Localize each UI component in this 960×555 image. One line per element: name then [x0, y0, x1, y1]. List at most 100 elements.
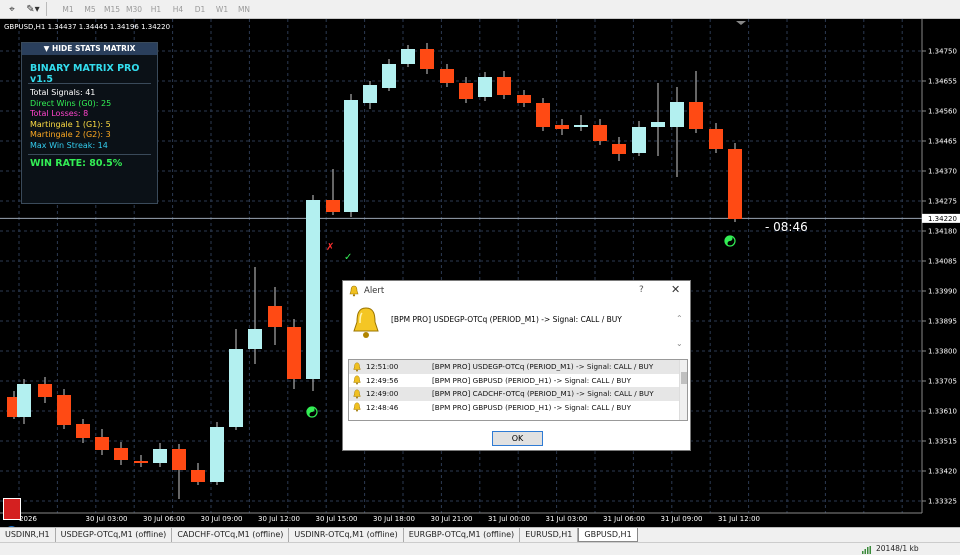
timeframe-button-m30[interactable]: M30 — [123, 5, 145, 14]
price-label: 1.33990 — [928, 288, 957, 296]
time-label: 30 Jul 21:00 — [431, 515, 473, 523]
timeframe-button-w1[interactable]: W1 — [211, 5, 233, 14]
bear-candle — [114, 448, 128, 460]
list-item[interactable]: 12:51:00 [BPM PRO] USDEGP-OTCq (PERIOD_M1… — [349, 360, 687, 374]
stat-line: Total Losses: 8 — [30, 109, 89, 118]
bear-candle — [536, 103, 550, 127]
alert-text: [BPM PRO] GBPUSD (PERIOD_H1) -> Signal: … — [432, 375, 631, 385]
bear-candle — [287, 327, 301, 379]
bull-candle — [344, 100, 358, 212]
bell-icon — [353, 362, 361, 372]
price-label: 1.33515 — [928, 438, 957, 446]
bell-icon — [353, 389, 361, 399]
price-label: 1.33420 — [928, 468, 957, 476]
alert-dialog: Alert ? ✕ [BPM PRO] USDEGP-OTCq (PERIOD_… — [342, 280, 691, 451]
price-label: 1.34370 — [928, 168, 957, 176]
bull-candle — [229, 349, 243, 427]
price-label: 1.33705 — [928, 378, 957, 386]
stat-line: Martingale 2 (G2): 3 — [30, 130, 111, 139]
bull-candle — [574, 125, 588, 127]
bear-candle — [689, 102, 703, 129]
tab-chart[interactable]: CADCHF-OTCq,M1 (offline) — [172, 528, 290, 542]
price-label: 1.34750 — [928, 48, 957, 56]
timeframe-button-d1[interactable]: D1 — [189, 5, 211, 14]
bear-candle — [517, 95, 531, 103]
tab-chart[interactable]: USDINR-OTCq,M1 (offline) — [289, 528, 404, 542]
price-label: 1.34655 — [928, 78, 957, 86]
status-bar: 20148/1 kb — [0, 542, 960, 555]
price-label: 1.33800 — [928, 348, 957, 356]
bear-candle — [612, 144, 626, 154]
bull-candle — [478, 77, 492, 97]
stat-line: Max Win Streak: 14 — [30, 140, 108, 150]
current-price-label: 1.34220 — [928, 215, 957, 223]
chevron-down-icon[interactable]: ⌄ — [676, 339, 683, 348]
alert-text: [BPM PRO] USDEGP-OTCq (PERIOD_M1) -> Sig… — [432, 362, 654, 372]
tab-chart[interactable]: EURGBP-OTCq,M1 (offline) — [404, 528, 521, 542]
close-button[interactable]: ✕ — [671, 283, 680, 296]
chart-shift-icon — [736, 21, 746, 25]
toolbar-separator — [46, 2, 47, 16]
bull-candle — [306, 200, 320, 379]
price-label: 1.33325 — [928, 498, 957, 506]
time-label: 31 Jul 03:00 — [546, 515, 588, 523]
bull-candle — [363, 85, 377, 103]
bear-candle — [555, 125, 569, 129]
connection-bars-icon — [862, 546, 871, 554]
draw-tools-icon[interactable]: ✎▾ — [24, 1, 42, 17]
timeframe-button-m5[interactable]: M5 — [79, 5, 101, 14]
timeframe-button-h1[interactable]: H1 — [145, 5, 167, 14]
bear-candle — [76, 424, 90, 438]
tab-chart[interactable]: USDEGP-OTCq,M1 (offline) — [56, 528, 173, 542]
help-button[interactable]: ? — [639, 285, 644, 295]
tab-chart[interactable]: GBPUSD,H1 — [578, 528, 638, 542]
tab-chart[interactable]: EURUSD,H1 — [520, 528, 579, 542]
price-label: 1.33610 — [928, 408, 957, 416]
bear-candle — [593, 125, 607, 141]
stat-line: Total Signals: 41 — [30, 88, 96, 97]
alert-time: 12:48:46 — [366, 402, 399, 412]
app-icon[interactable] — [3, 498, 21, 520]
alert-time: 12:49:56 — [366, 375, 399, 385]
timeframe-button-h4[interactable]: H4 — [167, 5, 189, 14]
timeframe-button-m15[interactable]: M15 — [101, 5, 123, 14]
time-label: 31 Jul 09:00 — [661, 515, 703, 523]
bell-icon — [353, 307, 379, 338]
hide-stats-button[interactable]: ▼ HIDE STATS MATRIX — [22, 43, 157, 55]
timeframe-button-m1[interactable]: M1 — [57, 5, 79, 14]
bull-candle — [632, 127, 646, 153]
timeframe-button-mn[interactable]: MN — [233, 5, 255, 14]
stat-line: Direct Wins (G0): 25 — [30, 98, 112, 108]
bear-candle — [57, 395, 71, 425]
chevron-up-icon[interactable]: ⌃ — [676, 314, 683, 323]
alert-titlebar[interactable]: Alert — [343, 281, 690, 300]
price-label: 1.34085 — [928, 258, 957, 266]
time-label: 31 Jul 12:00 — [718, 515, 760, 523]
stat-line: Martingale 1 (G1): 5 — [30, 119, 111, 129]
bell-icon — [353, 402, 361, 412]
ok-button[interactable]: OK — [492, 431, 543, 446]
stats-matrix-panel: ▼ HIDE STATS MATRIX BINARY MATRIX PRO v1… — [21, 42, 158, 204]
loss-marker-icon: ✗ — [326, 242, 334, 253]
list-item[interactable]: 12:49:00 [BPM PRO] CADCHF-OTCq (PERIOD_M1… — [349, 387, 687, 401]
time-label: 30 Jul 12:00 — [258, 515, 300, 523]
price-label: 1.34275 — [928, 198, 957, 206]
time-label: 30 Jul 06:00 — [143, 515, 185, 523]
bear-candle — [497, 77, 511, 95]
tab-chart[interactable]: USDINR,H1 — [0, 528, 56, 542]
scrollbar[interactable] — [679, 360, 687, 420]
scrollbar-thumb[interactable] — [681, 372, 687, 384]
list-item[interactable]: 12:48:46 [BPM PRO] GBPUSD (PERIOD_H1) -> … — [349, 401, 687, 415]
bear-candle — [38, 384, 52, 397]
alert-time: 12:49:00 — [366, 389, 399, 399]
bear-candle — [420, 49, 434, 69]
alert-history-list: 12:51:00 [BPM PRO] USDEGP-OTCq (PERIOD_M1… — [348, 359, 688, 421]
chart-toolbar: ⌖ ✎▾ M1 M5 M15 M30 H1 H4 D1 W1 MN — [0, 0, 960, 19]
timeframe-list: M1 M5 M15 M30 H1 H4 D1 W1 MN — [57, 5, 255, 14]
price-label: 1.33895 — [928, 318, 957, 326]
bull-candle — [382, 64, 396, 88]
list-item[interactable]: 12:49:56 [BPM PRO] GBPUSD (PERIOD_H1) -> … — [349, 374, 687, 388]
price-label: 1.34180 — [928, 228, 957, 236]
crosshair-icon[interactable]: ⌖ — [3, 1, 21, 17]
win-rate: WIN RATE: 80.5% — [30, 158, 123, 169]
